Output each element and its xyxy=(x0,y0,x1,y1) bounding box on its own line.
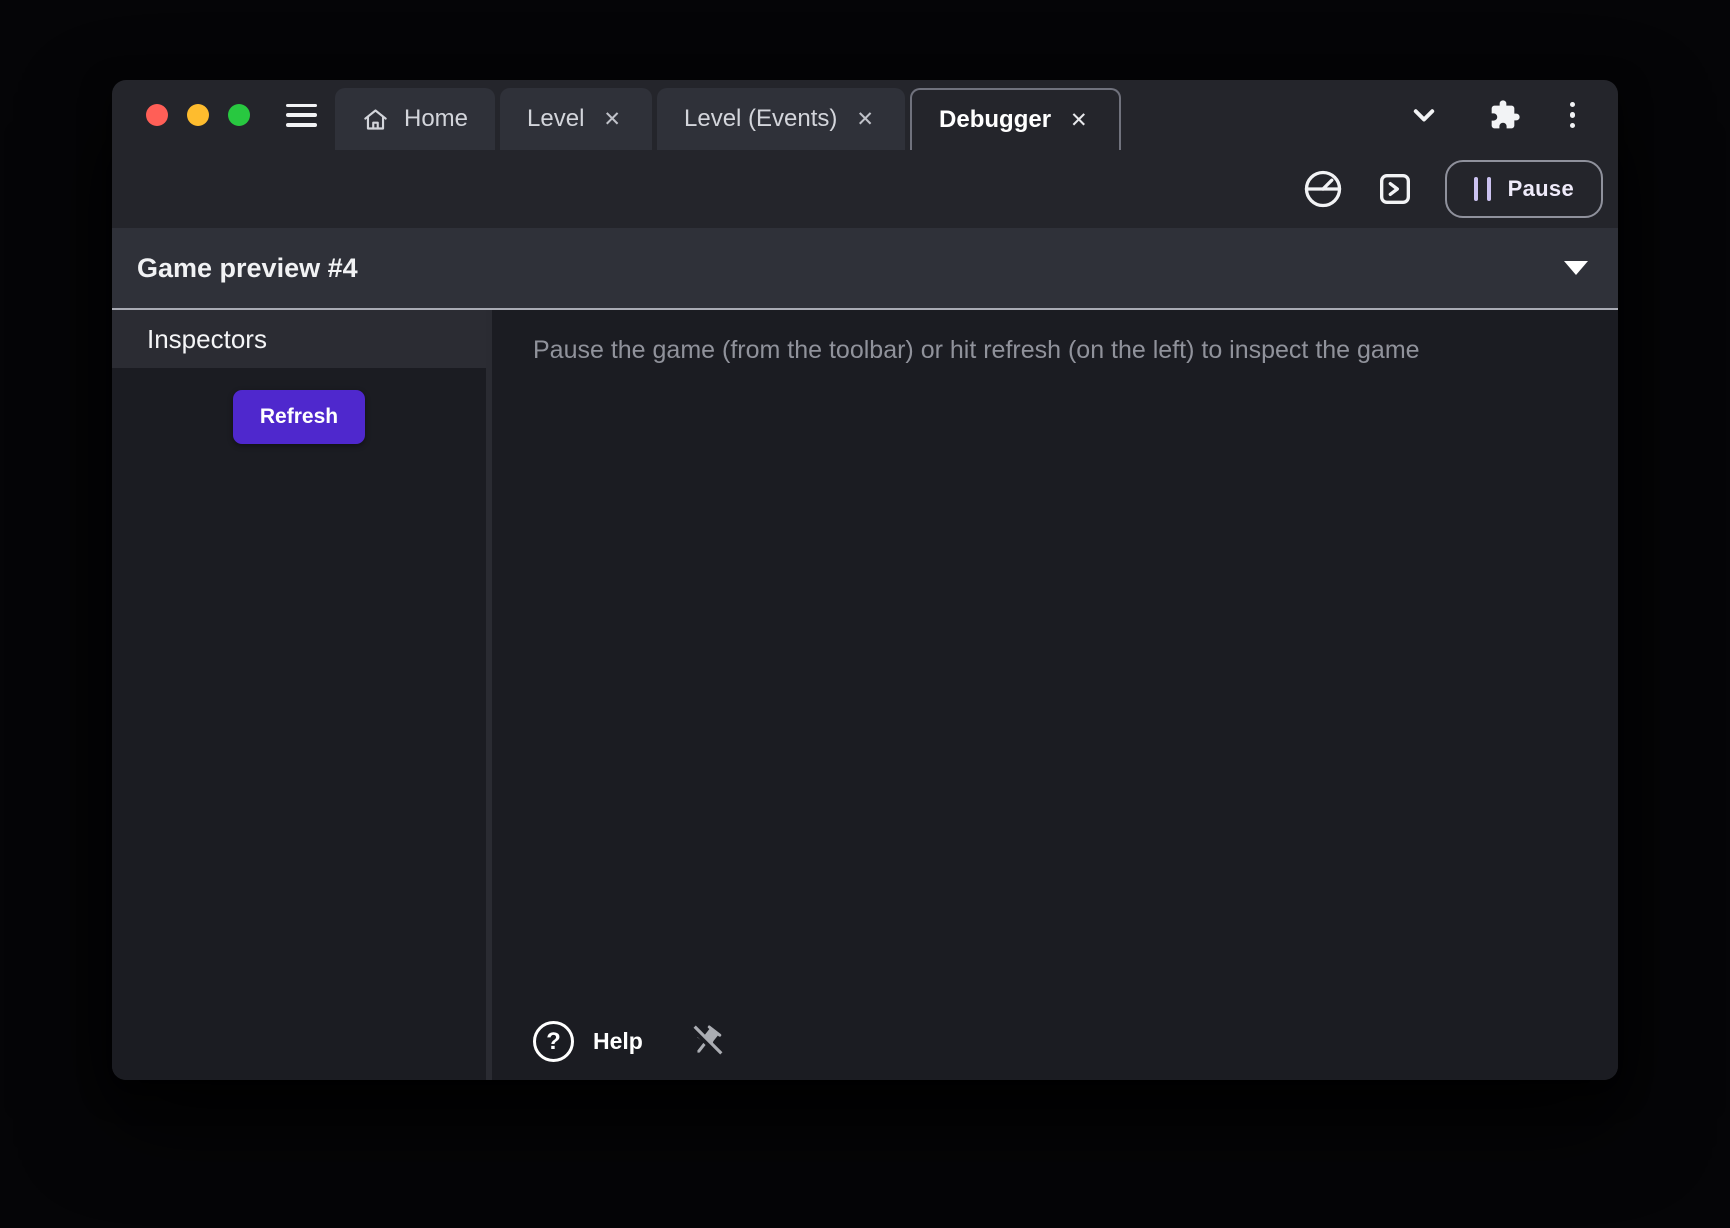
tab-level[interactable]: Level ✕ xyxy=(500,88,652,150)
close-tab-icon[interactable]: ✕ xyxy=(1066,108,1092,133)
help-label: Help xyxy=(593,1028,643,1055)
refresh-button-container: Refresh xyxy=(112,390,486,444)
tab-label: Debugger xyxy=(939,106,1051,134)
pause-button-label: Pause xyxy=(1508,176,1574,202)
pause-icon xyxy=(1474,177,1491,201)
zoom-window-button[interactable] xyxy=(228,104,250,126)
more-options-icon[interactable] xyxy=(1568,100,1578,131)
tab-home[interactable]: Home xyxy=(335,88,495,150)
inspectors-header: Inspectors xyxy=(112,310,486,368)
game-preview-dropdown[interactable]: Game preview #4 xyxy=(112,228,1618,308)
tabbar-right-actions xyxy=(1406,97,1619,133)
tab-bar: Home Level ✕ Level (Events) ✕ Debugger ✕ xyxy=(112,80,1618,150)
app-window: Home Level ✕ Level (Events) ✕ Debugger ✕ xyxy=(112,80,1618,1080)
bottom-actions-row: ? Help xyxy=(533,1021,1598,1062)
help-glyph: ? xyxy=(546,1028,561,1056)
debugger-content: Inspectors Refresh Pause the game (from … xyxy=(112,310,1618,1080)
debugger-toolbar: Pause xyxy=(112,150,1618,228)
editor-tabs: Home Level ✕ Level (Events) ✕ Debugger ✕ xyxy=(335,88,1121,150)
profiler-gauge-icon[interactable] xyxy=(1301,167,1345,211)
pause-button[interactable]: Pause xyxy=(1445,160,1603,218)
tab-label: Level (Events) xyxy=(684,105,837,133)
minimize-window-button[interactable] xyxy=(187,104,209,126)
screenshot-stage: Home Level ✕ Level (Events) ✕ Debugger ✕ xyxy=(0,0,1730,1228)
main-menu-icon[interactable] xyxy=(286,104,317,127)
window-controls xyxy=(112,104,250,126)
pin-off-icon[interactable] xyxy=(686,1022,726,1062)
tab-label: Level xyxy=(527,105,584,133)
extensions-puzzle-icon[interactable] xyxy=(1489,99,1521,131)
close-window-button[interactable] xyxy=(146,104,168,126)
tab-debugger[interactable]: Debugger ✕ xyxy=(910,88,1121,150)
tab-level-events[interactable]: Level (Events) ✕ xyxy=(657,88,905,150)
refresh-button[interactable]: Refresh xyxy=(233,390,365,444)
game-preview-title: Game preview #4 xyxy=(137,253,358,284)
console-icon[interactable] xyxy=(1375,169,1415,209)
pause-hint-message: Pause the game (from the toolbar) or hit… xyxy=(533,334,1598,367)
help-question-icon: ? xyxy=(533,1021,574,1062)
home-icon xyxy=(362,106,389,133)
close-tab-icon[interactable]: ✕ xyxy=(599,107,625,132)
help-link[interactable]: ? Help xyxy=(533,1021,643,1062)
close-tab-icon[interactable]: ✕ xyxy=(852,107,878,132)
inspectors-sidebar: Inspectors Refresh xyxy=(112,310,486,1080)
chevron-down-icon[interactable] xyxy=(1406,97,1442,133)
dropdown-caret-icon[interactable] xyxy=(1564,261,1588,275)
inspectors-title: Inspectors xyxy=(147,324,267,355)
tab-label: Home xyxy=(404,105,468,133)
inspector-main-panel: Pause the game (from the toolbar) or hit… xyxy=(492,310,1618,1080)
